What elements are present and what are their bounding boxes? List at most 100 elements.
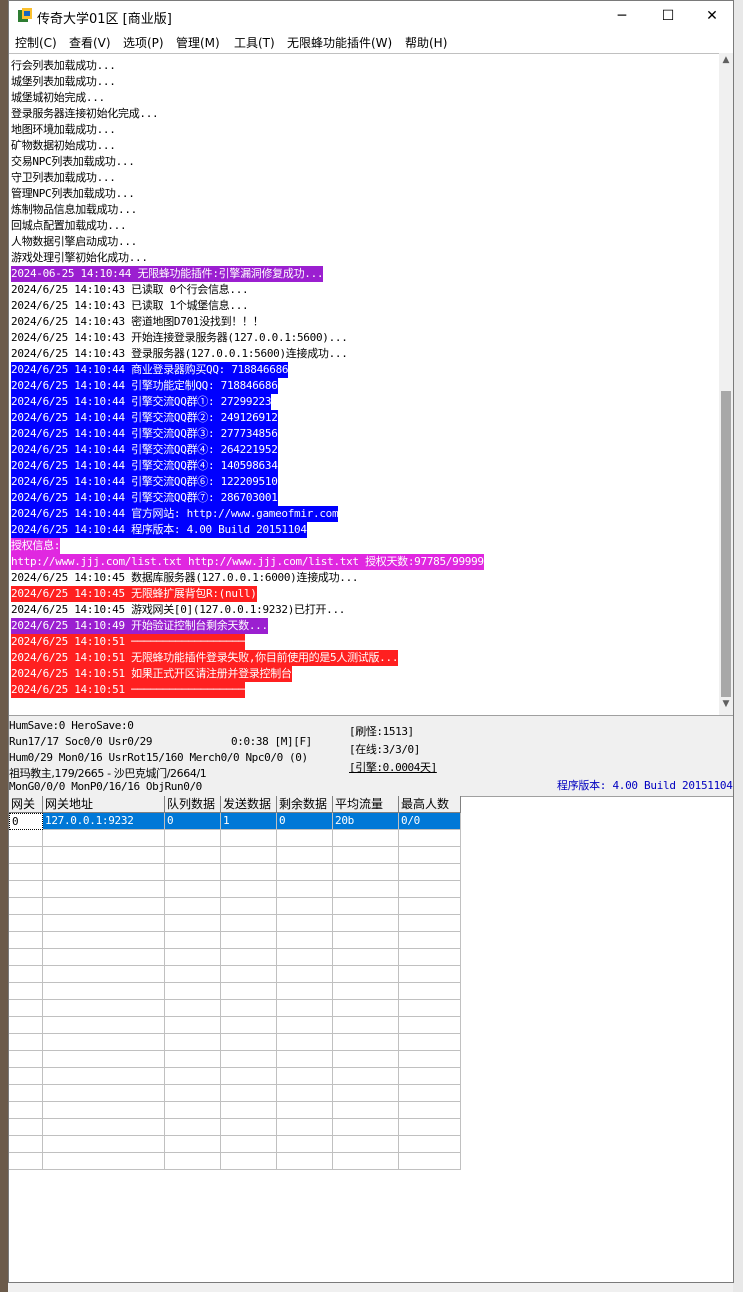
column-header[interactable]: 最高人数 <box>399 796 461 813</box>
table-cell <box>333 983 399 1000</box>
table-cell <box>165 847 221 864</box>
table-cell <box>165 983 221 1000</box>
column-header[interactable]: 平均流量 <box>333 796 399 813</box>
table-row[interactable] <box>9 1085 461 1102</box>
table-row[interactable] <box>9 1102 461 1119</box>
table-cell <box>333 830 399 847</box>
column-header[interactable]: 网关地址 <box>43 796 165 813</box>
table-row[interactable] <box>9 1000 461 1017</box>
table-row[interactable] <box>9 898 461 915</box>
status-time: 0:0:38 [M][F] <box>231 735 312 748</box>
table-cell <box>333 847 399 864</box>
table-row[interactable] <box>9 949 461 966</box>
table-row[interactable]: 0 127.0.0.1:9232 0 1 0 20b 0/0 <box>9 813 461 830</box>
table-cell <box>165 1136 221 1153</box>
table-cell <box>43 1068 165 1085</box>
menu-view[interactable]: 查看(V) <box>69 34 111 51</box>
table-cell <box>333 1136 399 1153</box>
minimize-icon: ─ <box>617 8 627 24</box>
log-line: 2024/6/25 14:10:45 游戏网关[0](127.0.0.1:923… <box>11 603 346 616</box>
scrollbar-thumb[interactable] <box>721 391 731 697</box>
column-header[interactable]: 发送数据 <box>221 796 277 813</box>
table-cell <box>333 898 399 915</box>
table-cell <box>277 1000 333 1017</box>
log-line: 登录服务器连接初始化完成... <box>11 107 159 120</box>
chevron-up-icon[interactable]: ▲ <box>719 55 733 69</box>
table-cell <box>333 864 399 881</box>
table-cell <box>333 1068 399 1085</box>
menu-bar: 控制(C) 查看(V) 选项(P) 管理(M) 工具(T) 无限蜂功能插件(W)… <box>9 31 733 53</box>
table-cell <box>221 915 277 932</box>
log-line: 城堡城初始完成... <box>11 91 105 104</box>
log-memo[interactable]: 行会列表加载成功... 城堡列表加载成功... 城堡城初始完成... 登录服务器连接初… <box>9 53 719 716</box>
log-scrollbar[interactable]: ▲ ▼ <box>719 53 733 715</box>
table-cell <box>43 864 165 881</box>
table-row[interactable] <box>9 1119 461 1136</box>
table-cell <box>221 847 277 864</box>
column-header[interactable]: 网关 <box>9 796 43 813</box>
table-row[interactable] <box>9 915 461 932</box>
log-line: 2024/6/25 14:10:44 引擎交流QQ群②: 249126912 <box>11 410 278 426</box>
table-cell <box>221 1153 277 1170</box>
table-row[interactable] <box>9 1153 461 1170</box>
table-cell <box>9 1034 43 1051</box>
table-row[interactable] <box>9 966 461 983</box>
table-cell <box>165 1000 221 1017</box>
table-cell <box>43 915 165 932</box>
table-cell <box>277 1136 333 1153</box>
menu-plugin[interactable]: 无限蜂功能插件(W) <box>287 34 392 51</box>
table-row[interactable] <box>9 830 461 847</box>
table-cell <box>9 1102 43 1119</box>
menu-help[interactable]: 帮助(H) <box>405 34 447 51</box>
table-cell <box>9 830 43 847</box>
title-bar[interactable]: 传奇大学01区 [商业版] ─ ☐ ✕ <box>9 1 733 31</box>
table-row[interactable] <box>9 1017 461 1034</box>
log-line: 城堡列表加载成功... <box>11 75 116 88</box>
table-row[interactable] <box>9 1136 461 1153</box>
table-cell <box>399 1051 461 1068</box>
log-line: 炼制物品信息加载成功... <box>11 203 137 216</box>
chevron-down-icon[interactable]: ▼ <box>719 699 733 713</box>
table-cell <box>165 932 221 949</box>
table-cell <box>399 1068 461 1085</box>
table-cell <box>277 1051 333 1068</box>
table-cell <box>165 1034 221 1051</box>
table-row[interactable] <box>9 1034 461 1051</box>
log-line: http://www.jjj.com/list.txt http://www.j… <box>11 554 484 570</box>
table-row[interactable] <box>9 983 461 1000</box>
table-row[interactable] <box>9 864 461 881</box>
log-line: 2024/6/25 14:10:43 开始连接登录服务器(127.0.0.1:5… <box>11 331 348 344</box>
log-line: 2024/6/25 14:10:51 无限蜂功能插件登录失败,你目前使用的是5人… <box>11 650 399 666</box>
version-label: 程序版本: 4.00 Build 20151104 <box>557 779 733 792</box>
table-cell <box>399 966 461 983</box>
table-cell <box>333 1102 399 1119</box>
table-cell <box>399 1000 461 1017</box>
menu-manage[interactable]: 管理(M) <box>176 34 220 51</box>
table-row[interactable] <box>9 847 461 864</box>
table-cell <box>399 949 461 966</box>
log-line: 2024/6/25 14:10:44 引擎交流QQ群④: 140598634 <box>11 458 278 474</box>
log-line: 2024/6/25 14:10:44 程序版本: 4.00 Build 2015… <box>11 522 307 538</box>
table-cell <box>399 847 461 864</box>
engine-days-label[interactable]: [引擎:0.0004天] <box>349 759 437 775</box>
table-cell <box>333 1017 399 1034</box>
log-line: 2024/6/25 14:10:51 ────────────────── <box>11 682 245 698</box>
menu-control[interactable]: 控制(C) <box>15 34 57 51</box>
table-cell <box>43 1153 165 1170</box>
maximize-button[interactable]: ☐ <box>645 1 691 31</box>
table-row[interactable] <box>9 1051 461 1068</box>
log-line: 矿物数据初始成功... <box>11 139 116 152</box>
table-row[interactable] <box>9 932 461 949</box>
menu-options[interactable]: 选项(P) <box>123 34 164 51</box>
log-line: 2024-06-25 14:10:44 无限蜂功能插件:引擎漏洞修复成功... <box>11 266 324 282</box>
status-run: Run17/17 Soc0/0 Usr0/29 <box>9 735 153 748</box>
column-header[interactable]: 队列数据 <box>165 796 221 813</box>
log-line: 授权信息: <box>11 538 61 554</box>
log-line: 2024/6/25 14:10:43 密道地图D701没找到！！！ <box>11 315 264 328</box>
column-header[interactable]: 剩余数据 <box>277 796 333 813</box>
table-row[interactable] <box>9 1068 461 1085</box>
table-row[interactable] <box>9 881 461 898</box>
menu-tools[interactable]: 工具(T) <box>234 34 275 51</box>
minimize-button[interactable]: ─ <box>599 1 645 31</box>
close-button[interactable]: ✕ <box>689 1 733 31</box>
